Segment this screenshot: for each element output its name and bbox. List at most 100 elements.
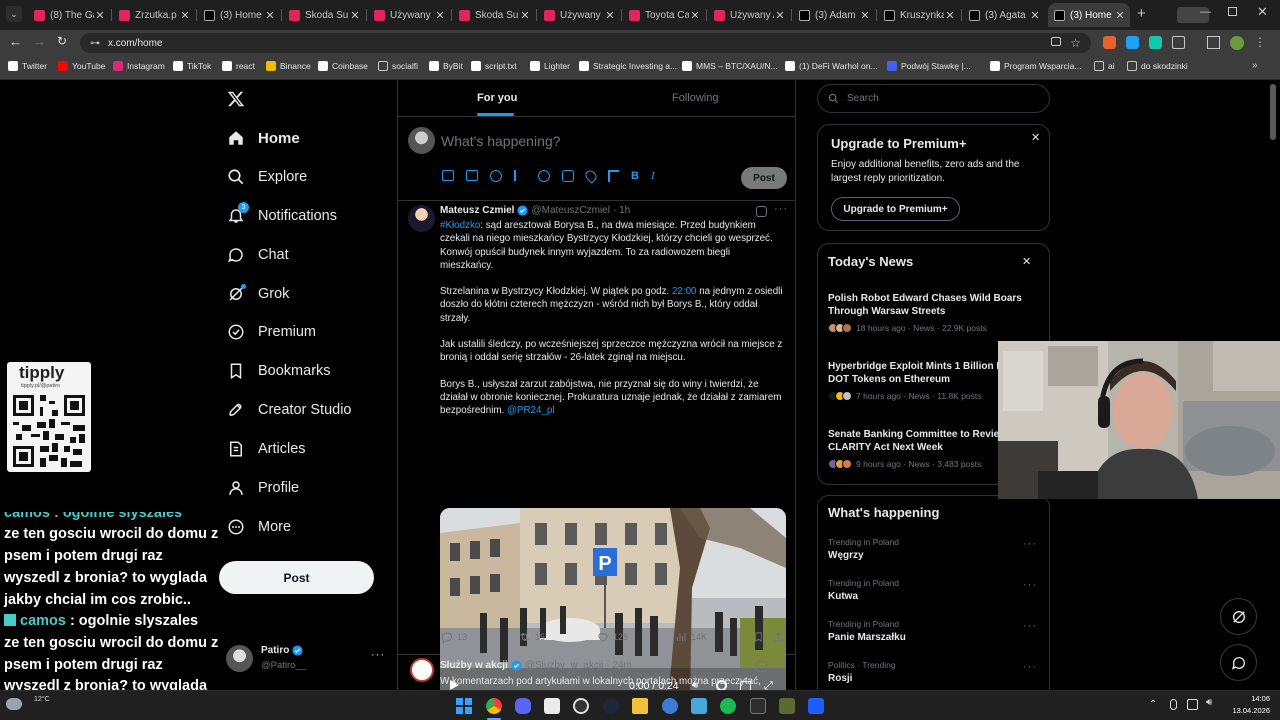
italic-icon[interactable]: I bbox=[651, 170, 655, 182]
tool-taskbar-icon[interactable] bbox=[691, 698, 707, 714]
spotify-taskbar-icon[interactable] bbox=[720, 698, 736, 714]
bookmark-item[interactable]: Binance bbox=[266, 61, 311, 71]
tweet-more-icon[interactable]: ··· bbox=[774, 203, 788, 215]
nav-item-grok[interactable]: Grok bbox=[226, 279, 289, 309]
start-button[interactable] bbox=[456, 698, 472, 714]
ext-fox-icon[interactable] bbox=[1103, 36, 1116, 49]
browser-tab[interactable]: Skoda Sup✕ bbox=[283, 3, 365, 27]
volume-tray-icon[interactable]: 🔊︎ bbox=[1206, 697, 1212, 708]
grok-floating-button[interactable] bbox=[1220, 598, 1257, 635]
grok-summarize-icon[interactable] bbox=[756, 206, 767, 217]
post-button[interactable]: Post bbox=[219, 561, 374, 594]
new-tab-button[interactable]: + bbox=[1137, 5, 1146, 22]
browser-tab[interactable]: (8) The Ga ✕ bbox=[28, 3, 110, 27]
upgrade-premium-button[interactable]: Upgrade to Premium+ bbox=[831, 197, 960, 221]
menu-kebab-icon[interactable]: ⋮ bbox=[1254, 36, 1266, 50]
tweet-time[interactable]: · 1h bbox=[613, 205, 630, 216]
bookmark-item[interactable]: ByBit bbox=[429, 61, 463, 71]
tweet-author-name[interactable]: Mateusz Czmiel bbox=[440, 205, 514, 216]
mention-link[interactable]: @PR24_pl bbox=[507, 405, 555, 416]
hashtag-link[interactable]: #Kłodzko bbox=[440, 220, 480, 231]
tab-close-icon[interactable]: ✕ bbox=[264, 9, 276, 22]
bookmark-item[interactable]: react bbox=[222, 61, 255, 71]
poll-icon[interactable] bbox=[514, 170, 526, 181]
address-bar[interactable]: ⊶ x.com/home ☆ bbox=[80, 33, 1091, 53]
tab-close-icon[interactable]: ✕ bbox=[94, 9, 106, 22]
composer-input[interactable]: What's happening? bbox=[441, 133, 560, 149]
close-icon[interactable]: ✕ bbox=[1031, 131, 1040, 144]
bookmark-item[interactable]: Program Wsparcia... bbox=[990, 61, 1081, 71]
site-info-icon[interactable]: ⊶ bbox=[90, 38, 100, 49]
browser-tab[interactable]: Używany A✕ bbox=[708, 3, 790, 27]
grok-summarize-icon[interactable] bbox=[756, 661, 767, 672]
tab-close-icon[interactable]: ✕ bbox=[944, 9, 956, 22]
browser-tab[interactable]: (3) Adam ✕ bbox=[793, 3, 875, 27]
side-panel-icon[interactable] bbox=[1207, 36, 1220, 49]
tweet-more-icon[interactable]: ··· bbox=[774, 658, 788, 670]
bookmark-item[interactable]: (1) DeFi Warhol on... bbox=[785, 61, 878, 71]
nav-item-more[interactable]: More bbox=[226, 512, 291, 542]
emoji-icon[interactable] bbox=[538, 170, 550, 182]
browser-tab[interactable]: (3) Home ✕ bbox=[1048, 3, 1130, 27]
browser-tab[interactable]: Zrzutka.p ✕ bbox=[113, 3, 195, 27]
nav-item-bookmarks[interactable]: Bookmarks bbox=[226, 356, 331, 386]
trend-more-icon[interactable]: ··· bbox=[1023, 579, 1037, 591]
bookmark-item[interactable]: Coinbase bbox=[318, 61, 368, 71]
nav-item-articles[interactable]: Articles bbox=[226, 434, 306, 464]
close-icon[interactable]: ✕ bbox=[1022, 255, 1031, 268]
bookmark-item[interactable]: Strategic Investing a... bbox=[579, 61, 677, 71]
forward-button[interactable]: → bbox=[33, 34, 46, 49]
avatar[interactable] bbox=[408, 205, 435, 232]
browser-tab[interactable]: Toyota Ca ✕ bbox=[623, 3, 705, 27]
tab-following[interactable]: Following bbox=[672, 92, 718, 104]
bookmark-item[interactable]: socialfi bbox=[378, 61, 418, 71]
tab-for-you[interactable]: For you bbox=[477, 92, 517, 104]
steam-taskbar-icon[interactable] bbox=[603, 698, 619, 714]
browser-tab[interactable]: Używany S✕ bbox=[538, 3, 620, 27]
location-icon[interactable] bbox=[583, 168, 599, 184]
tweet-author-handle[interactable]: @Sluzby_w_akcji bbox=[525, 660, 604, 671]
tweet[interactable]: Mateusz Czmiel @MateuszCzmiel · 1h ··· #… bbox=[398, 201, 795, 702]
flag-icon[interactable] bbox=[608, 170, 619, 182]
browser-tab[interactable]: (3) Agata ✕ bbox=[963, 3, 1045, 27]
grok-icon[interactable] bbox=[490, 170, 502, 182]
tab-close-icon[interactable]: ✕ bbox=[519, 9, 531, 22]
search-input[interactable]: Search bbox=[817, 84, 1050, 113]
trend-name[interactable]: Kutwa bbox=[828, 591, 858, 602]
bookmark-tweet-button[interactable] bbox=[753, 631, 768, 643]
trend-more-icon[interactable]: ··· bbox=[1023, 620, 1037, 632]
ccleaner-taskbar-icon[interactable] bbox=[662, 698, 678, 714]
share-button[interactable] bbox=[773, 631, 788, 643]
ext-translate-icon[interactable] bbox=[1126, 36, 1139, 49]
reload-icon[interactable]: ↻ bbox=[57, 34, 67, 48]
account-more-icon[interactable]: ··· bbox=[371, 649, 385, 661]
bookmark-item[interactable]: MMS – BTC/XAU/N... bbox=[682, 61, 778, 71]
browser-tab[interactable]: Kruszynka ✕ bbox=[878, 3, 960, 27]
tab-close-icon[interactable]: ✕ bbox=[179, 9, 191, 22]
bookmark-item[interactable]: Twitter bbox=[8, 61, 47, 71]
tab-close-icon[interactable]: ✕ bbox=[859, 9, 871, 22]
bookmark-item[interactable]: do skodzinki bbox=[1127, 61, 1188, 71]
trend-name[interactable]: Węgrzy bbox=[828, 550, 864, 561]
restore-button[interactable] bbox=[1228, 7, 1237, 16]
nav-item-explore[interactable]: Explore bbox=[226, 162, 307, 192]
network-tray-icon[interactable] bbox=[1187, 699, 1198, 710]
bookmark-item[interactable]: ai bbox=[1094, 61, 1115, 71]
nav-item-premium[interactable]: Premium bbox=[226, 317, 316, 347]
account-switcher[interactable]: Patiro @Patiro__ ··· bbox=[226, 643, 386, 675]
terminal-taskbar-icon[interactable] bbox=[750, 698, 766, 714]
app-taskbar-icon[interactable] bbox=[544, 698, 560, 714]
tab-search-button[interactable]: ⌄ bbox=[6, 6, 22, 22]
schedule-icon[interactable] bbox=[562, 170, 574, 182]
trend-name[interactable]: Rosji bbox=[828, 673, 852, 684]
tray-overflow-icon[interactable]: ⌃ bbox=[1149, 699, 1157, 710]
composer-post-button[interactable]: Post bbox=[741, 167, 787, 189]
close-window-button[interactable]: ✕ bbox=[1257, 4, 1268, 20]
tab-close-icon[interactable]: ✕ bbox=[604, 9, 616, 22]
mic-tray-icon[interactable] bbox=[1170, 699, 1177, 710]
nav-item-creator-studio[interactable]: Creator Studio bbox=[226, 395, 352, 425]
back-button[interactable]: ← bbox=[9, 34, 22, 49]
views-button[interactable]: 14K bbox=[675, 631, 707, 643]
bookmark-item[interactable]: YouTube bbox=[58, 61, 105, 71]
weather-widget[interactable]: 12°C bbox=[6, 694, 61, 718]
